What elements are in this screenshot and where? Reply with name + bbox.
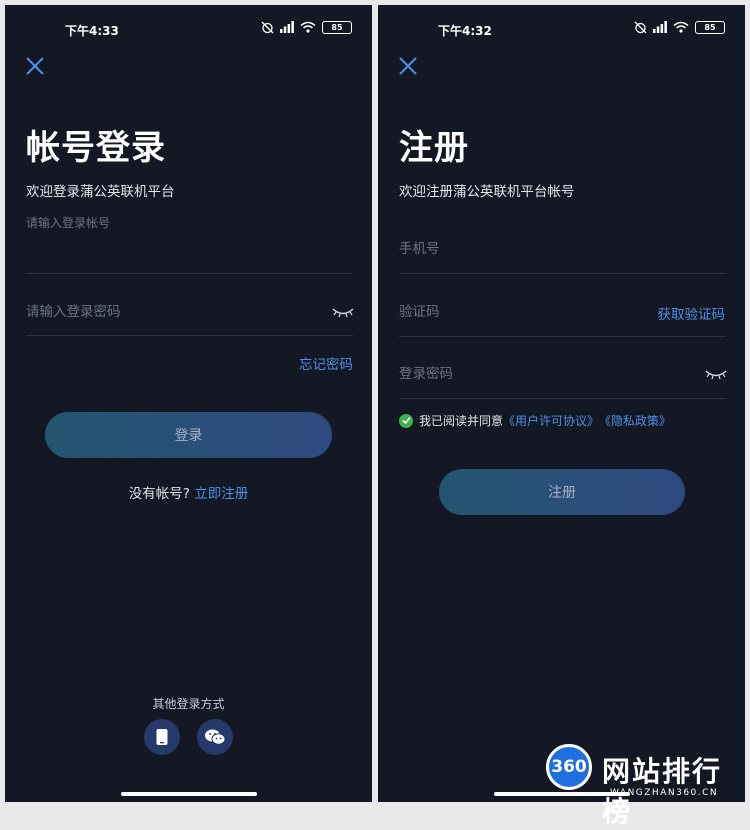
login-screen: 下午4:33 85 帐号登录 欢迎登录蒲公英联机平台 请输入登录帐号 忘记密码 … <box>5 5 372 802</box>
account-input[interactable] <box>26 245 276 267</box>
register-prompt: 没有帐号? 立即注册 <box>5 482 372 502</box>
wechat-icon <box>205 729 226 745</box>
status-time: 下午4:33 <box>65 24 119 38</box>
phone-divider <box>399 273 726 274</box>
signal-icon <box>653 21 667 33</box>
password-input[interactable] <box>26 301 276 323</box>
wifi-icon <box>673 21 689 33</box>
privacy-policy-link[interactable]: 《隐私政策》 <box>599 412 671 429</box>
close-icon[interactable] <box>24 55 46 77</box>
checkmark-icon[interactable] <box>399 413 413 428</box>
password-divider <box>399 398 726 399</box>
alarm-off-icon <box>634 21 647 33</box>
verification-code-input[interactable] <box>399 301 599 323</box>
forgot-password-link[interactable]: 忘记密码 <box>299 353 353 373</box>
page-title: 注册 <box>399 128 469 168</box>
agreement-text: 我已阅读并同意 <box>419 414 504 428</box>
mobile-phone-icon <box>156 729 168 745</box>
wechat-login-button[interactable] <box>197 719 233 755</box>
watermark-url: WANGZHAN360.CN <box>610 788 719 798</box>
agreement-row: 我已阅读并同意 《用户许可协议》 《隐私政策》 <box>399 412 671 429</box>
alarm-off-icon <box>261 21 274 33</box>
home-indicator[interactable] <box>121 792 257 796</box>
code-divider <box>399 336 726 337</box>
other-login-methods-label: 其他登录方式 <box>152 697 225 711</box>
eye-closed-icon[interactable] <box>704 368 728 382</box>
status-bar-icons: 85 <box>634 19 725 35</box>
wifi-icon <box>300 21 316 33</box>
close-icon[interactable] <box>397 55 419 77</box>
page-title: 帐号登录 <box>26 128 166 168</box>
status-bar-icons: 85 <box>261 19 352 35</box>
register-button[interactable]: 注册 <box>439 469 685 515</box>
battery-icon: 85 <box>695 20 725 34</box>
password-divider <box>26 335 353 336</box>
page-subtitle: 欢迎登录蒲公英联机平台 <box>26 184 175 200</box>
watermark: 360 网站排行榜 WANGZHAN360.CN <box>540 740 748 828</box>
login-button[interactable]: 登录 <box>45 412 332 458</box>
eye-closed-icon[interactable] <box>331 306 355 320</box>
status-time: 下午4:32 <box>438 24 492 38</box>
watermark-logo: 360 <box>546 744 592 790</box>
no-account-text: 没有帐号? <box>128 486 190 502</box>
account-field-label: 请输入登录帐号 <box>26 216 111 230</box>
page-subtitle: 欢迎注册蒲公英联机平台帐号 <box>399 184 575 200</box>
phone-login-button[interactable] <box>144 719 180 755</box>
register-screen: 下午4:32 85 注册 欢迎注册蒲公英联机平台帐号 获取验证码 我已阅读并同意… <box>378 5 745 802</box>
phone-number-input[interactable] <box>399 238 649 260</box>
user-agreement-link[interactable]: 《用户许可协议》 <box>503 412 599 429</box>
account-divider <box>26 273 353 274</box>
get-code-button[interactable]: 获取验证码 <box>658 303 726 323</box>
password-input[interactable] <box>399 363 649 385</box>
register-now-link[interactable]: 立即注册 <box>194 486 248 502</box>
signal-icon <box>280 21 294 33</box>
battery-icon: 85 <box>322 20 352 34</box>
